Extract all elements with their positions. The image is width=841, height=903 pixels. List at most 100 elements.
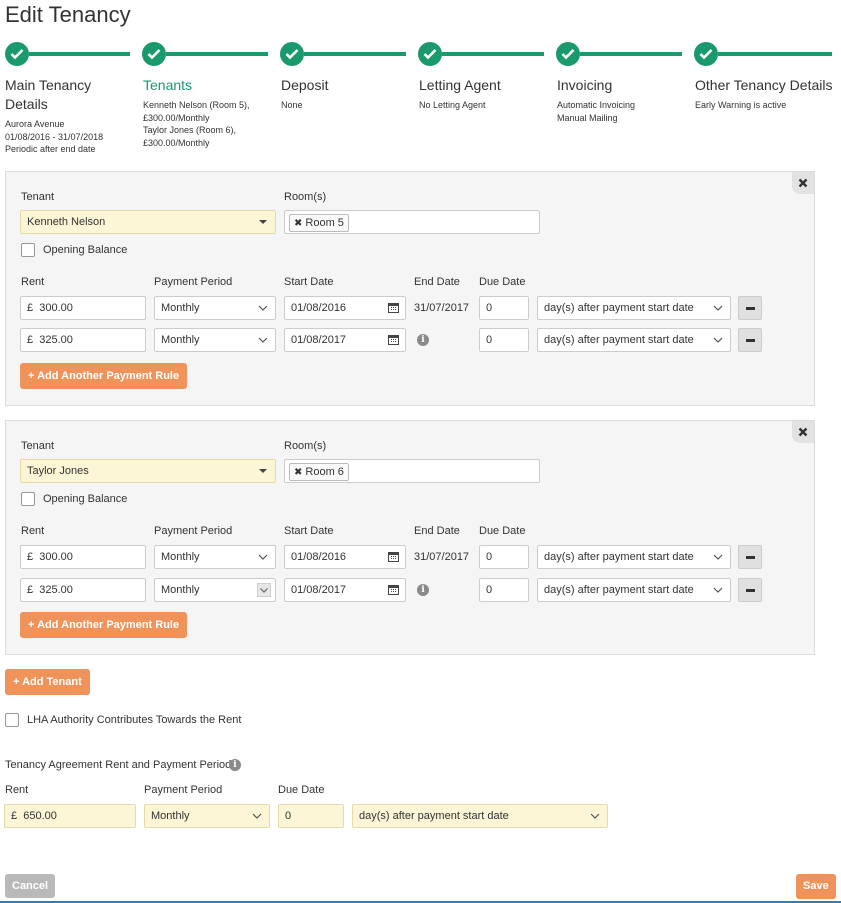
chevron-down-icon bbox=[713, 587, 723, 593]
step-main-tenancy-title[interactable]: Main Tenancy Details bbox=[5, 76, 91, 114]
step-main-tenancy-summary: Aurora Avenue 01/08/2016 - 31/07/2018 Peri… bbox=[5, 119, 104, 154]
agreement-rent-label: Rent bbox=[5, 784, 29, 796]
agreement-period-label: Payment Period bbox=[144, 784, 223, 796]
tenant-panel: Tenant Room(s) Taylor Jones ✖ Room 6 Open… bbox=[5, 420, 815, 655]
lha-label: LHA Authority Contributes Towards the Re… bbox=[27, 714, 242, 726]
info-icon[interactable]: i bbox=[417, 334, 429, 346]
due-date-input[interactable]: 0 bbox=[479, 328, 529, 352]
calendar-icon[interactable] bbox=[388, 334, 399, 345]
step-5-check-icon[interactable] bbox=[556, 42, 580, 66]
due-type-select[interactable]: day(s) after payment start date bbox=[537, 296, 731, 320]
opening-balance-label: Opening Balance bbox=[43, 493, 128, 505]
add-payment-rule-button[interactable]: + Add Another Payment Rule bbox=[20, 363, 188, 389]
rent-input[interactable]: £ 325.00 bbox=[20, 578, 146, 602]
close-icon bbox=[798, 178, 808, 188]
due-date-input[interactable]: 0 bbox=[479, 296, 529, 320]
agreement-rent-input[interactable]: £ 650.00 bbox=[4, 804, 136, 828]
calendar-icon[interactable] bbox=[388, 551, 399, 562]
step-6-check-icon[interactable] bbox=[694, 42, 718, 66]
payment-period-select[interactable]: Monthly bbox=[154, 296, 276, 320]
chevron-down-icon bbox=[258, 554, 268, 560]
payment-period-select[interactable]: Monthly bbox=[154, 328, 276, 352]
due-date-input[interactable]: 0 bbox=[479, 545, 529, 569]
room-chip[interactable]: ✖ Room 6 bbox=[289, 463, 349, 481]
tenant-label: Tenant bbox=[21, 440, 55, 452]
agreement-heading: Tenancy Agreement Rent and Payment Perio… bbox=[5, 759, 232, 771]
agreement-due-input[interactable]: 0 bbox=[278, 804, 344, 828]
start-date-input[interactable]: 01/08/2016 bbox=[284, 545, 406, 569]
chevron-down-icon bbox=[713, 305, 723, 311]
remove-chip-icon[interactable]: ✖ bbox=[294, 467, 302, 478]
add-payment-rule-button[interactable]: + Add Another Payment Rule bbox=[20, 612, 188, 638]
due-type-select[interactable]: day(s) after payment start date bbox=[537, 545, 731, 569]
agreement-period-select[interactable]: Monthly bbox=[144, 804, 270, 828]
step-deposit-title[interactable]: Deposit bbox=[281, 76, 328, 95]
chevron-down-icon bbox=[590, 813, 600, 819]
opening-balance-checkbox[interactable] bbox=[21, 243, 35, 257]
add-tenant-button[interactable]: + Add Tenant bbox=[5, 669, 90, 695]
step-deposit-summary: None bbox=[281, 100, 303, 110]
tenant-select[interactable]: Taylor Jones bbox=[20, 459, 276, 483]
rent-input[interactable]: £ 300.00 bbox=[20, 296, 146, 320]
step-letting-agent-title[interactable]: Letting Agent bbox=[419, 76, 501, 95]
chevron-down-icon bbox=[252, 813, 262, 819]
due-date-label: Due Date bbox=[479, 525, 526, 537]
step-invoicing-title[interactable]: Invoicing bbox=[557, 76, 612, 95]
remove-rule-button[interactable] bbox=[738, 328, 762, 352]
opening-balance-checkbox[interactable] bbox=[21, 492, 35, 506]
step-2-check-icon[interactable] bbox=[142, 42, 166, 66]
step-letting-agent-summary: No Letting Agent bbox=[419, 100, 486, 110]
info-icon[interactable]: i bbox=[417, 584, 429, 596]
calendar-icon[interactable] bbox=[388, 302, 399, 313]
start-date-input[interactable]: 01/08/2017 bbox=[284, 328, 406, 352]
step-4-check-icon[interactable] bbox=[418, 42, 442, 66]
remove-tenant-button[interactable] bbox=[792, 172, 814, 194]
remove-rule-button[interactable] bbox=[738, 545, 762, 569]
step-1-connector bbox=[29, 52, 130, 56]
save-button[interactable]: Save bbox=[796, 874, 836, 899]
step-3-connector bbox=[304, 52, 406, 56]
info-icon[interactable]: i bbox=[229, 759, 241, 771]
rooms-multiselect[interactable]: ✖ Room 5 bbox=[284, 210, 540, 234]
step-tenants-title[interactable]: Tenants bbox=[143, 76, 192, 95]
step-6-connector bbox=[718, 52, 832, 56]
room-chip[interactable]: ✖ Room 5 bbox=[289, 214, 349, 232]
remove-chip-icon[interactable]: ✖ bbox=[294, 218, 302, 229]
end-date-value: 31/07/2017 bbox=[414, 551, 470, 563]
due-date-input[interactable]: 0 bbox=[479, 578, 529, 602]
remove-rule-button[interactable] bbox=[738, 296, 762, 320]
agreement-due-type-select[interactable]: day(s) after payment start date bbox=[352, 804, 608, 828]
chevron-down-icon bbox=[258, 305, 268, 311]
lha-checkbox[interactable] bbox=[5, 713, 19, 727]
due-type-select[interactable]: day(s) after payment start date bbox=[537, 578, 731, 602]
rooms-multiselect[interactable]: ✖ Room 6 bbox=[284, 459, 540, 483]
payment-period-select[interactable]: Monthly bbox=[154, 578, 276, 602]
tenant-select[interactable]: Kenneth Nelson bbox=[20, 210, 276, 234]
cancel-button[interactable]: Cancel bbox=[5, 874, 56, 898]
step-5-connector bbox=[580, 52, 682, 56]
opening-balance-label: Opening Balance bbox=[43, 244, 128, 256]
calendar-icon[interactable] bbox=[388, 584, 399, 595]
payment-period-select[interactable]: Monthly bbox=[154, 545, 276, 569]
plus-icon: + bbox=[13, 676, 20, 688]
tenant-panel: Tenant Room(s) Kenneth Nelson ✖ Room 5 Op… bbox=[5, 171, 815, 406]
rooms-label: Room(s) bbox=[284, 191, 327, 203]
due-type-select[interactable]: day(s) after payment start date bbox=[537, 328, 731, 352]
chevron-down-icon bbox=[257, 583, 271, 597]
start-date-input[interactable]: 01/08/2016 bbox=[284, 296, 406, 320]
close-icon bbox=[798, 427, 808, 437]
plus-icon: + bbox=[28, 619, 35, 631]
remove-rule-button[interactable] bbox=[738, 578, 762, 602]
payment-period-label: Payment Period bbox=[154, 525, 233, 537]
rent-input[interactable]: £ 325.00 bbox=[20, 328, 146, 352]
step-2-connector bbox=[166, 52, 268, 56]
rooms-label: Room(s) bbox=[284, 440, 327, 452]
caret-down-icon bbox=[259, 220, 267, 224]
step-other-details-title[interactable]: Other Tenancy Details bbox=[695, 76, 832, 95]
start-date-input[interactable]: 01/08/2017 bbox=[284, 578, 406, 602]
remove-tenant-button[interactable] bbox=[792, 421, 814, 443]
step-1-check-icon[interactable] bbox=[5, 42, 29, 66]
agreement-due-label: Due Date bbox=[278, 784, 325, 796]
rent-input[interactable]: £ 300.00 bbox=[20, 545, 146, 569]
step-3-check-icon[interactable] bbox=[280, 42, 304, 66]
